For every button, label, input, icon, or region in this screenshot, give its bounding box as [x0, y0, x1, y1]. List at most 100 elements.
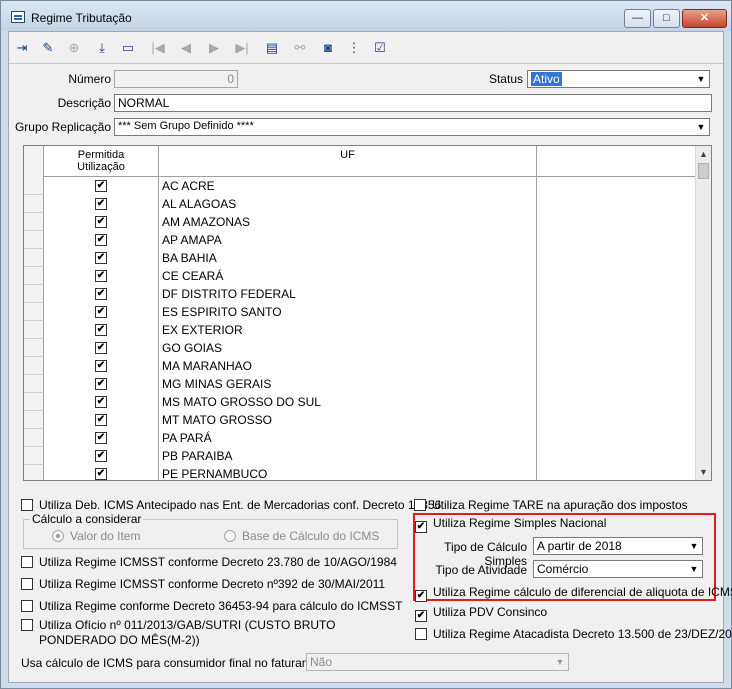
last-record-icon[interactable]: ▶| — [231, 36, 253, 59]
permitida-cell[interactable]: ✔ — [44, 267, 159, 285]
uf-cell[interactable]: GO GOIAS — [159, 339, 537, 357]
permitida-cell[interactable]: ✔ — [44, 357, 159, 375]
table-row[interactable]: ✔ DF DISTRITO FEDERAL — [24, 285, 696, 303]
simples-nacional-checkbox[interactable]: ✔ Utiliza Regime Simples Nacional — [415, 516, 606, 533]
row-indicator[interactable] — [24, 357, 44, 375]
row-indicator[interactable] — [24, 267, 44, 285]
icmsst-392-box[interactable] — [21, 578, 33, 590]
permitida-checkbox[interactable]: ✔ — [95, 432, 107, 444]
permitida-cell[interactable]: ✔ — [44, 195, 159, 213]
uf-cell[interactable]: MG MINAS GERAIS — [159, 375, 537, 393]
simples-nacional-box[interactable]: ✔ — [415, 521, 427, 533]
uf-cell[interactable]: PA PARÁ — [159, 429, 537, 447]
permitida-cell[interactable]: ✔ — [44, 339, 159, 357]
atacadista-box[interactable] — [415, 628, 427, 640]
permitida-checkbox[interactable]: ✔ — [95, 198, 107, 210]
grupo-replicacao-select[interactable]: *** Sem Grupo Definido **** ▼ — [114, 118, 710, 136]
permitida-cell[interactable]: ✔ — [44, 249, 159, 267]
permitida-checkbox[interactable]: ✔ — [95, 360, 107, 372]
row-indicator[interactable] — [24, 213, 44, 231]
permitida-checkbox[interactable]: ✔ — [95, 234, 107, 246]
permitida-cell[interactable]: ✔ — [44, 429, 159, 447]
table-row[interactable]: ✔ AP AMAPA — [24, 231, 696, 249]
diferencial-aliquota-checkbox[interactable]: ✔ Utiliza Regime cálculo de diferencial d… — [415, 585, 732, 602]
oficio-box[interactable] — [21, 619, 33, 631]
tipo-atividade-select[interactable]: Comércio ▼ — [533, 560, 703, 578]
icmsst-23780-checkbox[interactable]: Utiliza Regime ICMSST conforme Decreto 2… — [21, 555, 397, 569]
tare-box[interactable] — [414, 499, 426, 511]
table-row[interactable]: ✔ EX EXTERIOR — [24, 321, 696, 339]
icmsst-392-checkbox[interactable]: Utiliza Regime ICMSST conforme Decreto n… — [21, 577, 385, 591]
row-indicator[interactable] — [24, 429, 44, 447]
row-indicator[interactable] — [24, 393, 44, 411]
next-record-icon[interactable]: ▶ — [203, 36, 225, 59]
uf-cell[interactable]: AC ACRE — [159, 177, 537, 195]
permitida-cell[interactable]: ✔ — [44, 393, 159, 411]
uf-cell[interactable]: AM AMAZONAS — [159, 213, 537, 231]
pdv-consinco-checkbox[interactable]: ✔ Utiliza PDV Consinco — [415, 605, 547, 622]
permitida-cell[interactable]: ✔ — [44, 465, 159, 480]
permitida-checkbox[interactable]: ✔ — [95, 252, 107, 264]
permitida-checkbox[interactable]: ✔ — [95, 450, 107, 462]
permitida-cell[interactable]: ✔ — [44, 447, 159, 465]
permitida-checkbox[interactable]: ✔ — [95, 306, 107, 318]
grid-view-icon[interactable]: ▤ — [261, 36, 283, 59]
minimize-button[interactable]: — — [624, 9, 651, 28]
row-indicator[interactable] — [24, 339, 44, 357]
table-row[interactable]: ✔ PB PARAIBA — [24, 447, 696, 465]
row-indicator[interactable] — [24, 303, 44, 321]
deb-icms-checkbox[interactable]: Utiliza Deb. ICMS Antecipado nas Ent. de… — [21, 498, 441, 512]
grid-vertical-scrollbar[interactable]: ▲ ▼ — [695, 146, 711, 480]
row-indicator[interactable] — [24, 447, 44, 465]
table-row[interactable]: ✔ AL ALAGOAS — [24, 195, 696, 213]
table-row[interactable]: ✔ GO GOIAS — [24, 339, 696, 357]
permitida-checkbox[interactable]: ✔ — [95, 216, 107, 228]
table-row[interactable]: ✔ MG MINAS GERAIS — [24, 375, 696, 393]
pdv-consinco-box[interactable]: ✔ — [415, 610, 427, 622]
cancel-icon[interactable]: ▭ — [117, 36, 139, 59]
permitida-cell[interactable]: ✔ — [44, 177, 159, 195]
status-select[interactable]: Ativo ▼ — [527, 70, 710, 88]
table-row[interactable]: ✔ MT MATO GROSSO — [24, 411, 696, 429]
checklist-icon[interactable]: ☑ — [369, 36, 391, 59]
atacadista-checkbox[interactable]: Utiliza Regime Atacadista Decreto 13.500… — [415, 627, 732, 641]
row-indicator[interactable] — [24, 321, 44, 339]
table-row[interactable]: ✔ MS MATO GROSSO DO SUL — [24, 393, 696, 411]
uf-cell[interactable]: ES ESPIRITO SANTO — [159, 303, 537, 321]
tare-checkbox[interactable]: Utiliza Regime TARE na apuração dos impo… — [414, 498, 688, 512]
permitida-checkbox[interactable]: ✔ — [95, 414, 107, 426]
permitida-cell[interactable]: ✔ — [44, 411, 159, 429]
tipo-calculo-select[interactable]: A partir de 2018 ▼ — [533, 537, 703, 555]
permitida-checkbox[interactable]: ✔ — [95, 468, 107, 480]
uf-cell[interactable]: EX EXTERIOR — [159, 321, 537, 339]
diferencial-aliquota-box[interactable]: ✔ — [415, 590, 427, 602]
permitida-cell[interactable]: ✔ — [44, 321, 159, 339]
permitida-cell[interactable]: ✔ — [44, 303, 159, 321]
exit-icon[interactable]: ⇥ — [11, 36, 33, 59]
scroll-down-icon[interactable]: ▼ — [696, 464, 711, 480]
table-row[interactable]: ✔ MA MARANHAO — [24, 357, 696, 375]
row-indicator[interactable] — [24, 285, 44, 303]
table-row[interactable]: ✔ AM AMAZONAS — [24, 213, 696, 231]
table-row[interactable]: ✔ PA PARÁ — [24, 429, 696, 447]
row-indicator[interactable] — [24, 375, 44, 393]
row-indicator[interactable] — [24, 249, 44, 267]
permitida-checkbox[interactable]: ✔ — [95, 378, 107, 390]
table-row[interactable]: ✔ CE CEARÁ — [24, 267, 696, 285]
oficio-checkbox[interactable]: Utiliza Ofício nº 011/2013/GAB/SUTRI (CU… — [21, 618, 335, 632]
binoculars-icon[interactable]: ⚯ — [289, 36, 311, 59]
col-uf[interactable]: UF — [159, 146, 537, 177]
icmsst-36453-box[interactable] — [21, 600, 33, 612]
table-row[interactable]: ✔ PE PERNAMBUCO — [24, 465, 696, 480]
uf-grid[interactable]: Permitida Utilização UF ✔ AC ACRE ✔ AL ALAG… — [23, 145, 712, 481]
permitida-checkbox[interactable]: ✔ — [95, 396, 107, 408]
table-row[interactable]: ✔ ES ESPIRITO SANTO — [24, 303, 696, 321]
uf-cell[interactable]: MS MATO GROSSO DO SUL — [159, 393, 537, 411]
prior-record-icon[interactable]: ◀ — [175, 36, 197, 59]
col-permitida-utilizacao[interactable]: Permitida Utilização — [44, 146, 159, 177]
row-indicator[interactable] — [24, 411, 44, 429]
title-bar[interactable]: Regime Tributação — □ ✕ — [1, 1, 731, 31]
uf-cell[interactable]: MA MARANHAO — [159, 357, 537, 375]
row-indicator[interactable] — [24, 177, 44, 195]
uf-cell[interactable]: CE CEARÁ — [159, 267, 537, 285]
